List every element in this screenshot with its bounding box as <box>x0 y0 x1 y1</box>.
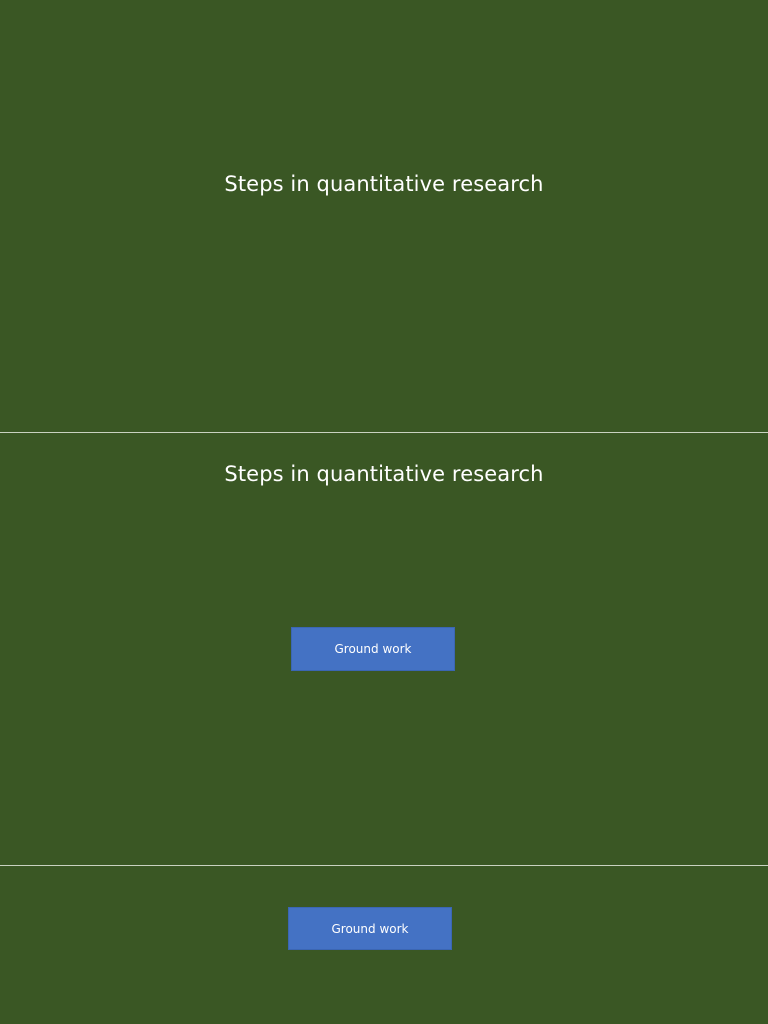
slide-2[interactable]: Steps in quantitative research Ground wo… <box>0 433 768 865</box>
slide-1[interactable]: Steps in quantitative research <box>0 0 768 432</box>
slide-title: Steps in quantitative research <box>224 462 544 486</box>
slide-3[interactable]: Ground work <box>0 866 768 1024</box>
step-box-ground-work: Ground work <box>288 907 452 950</box>
slide-title: Steps in quantitative research <box>224 172 544 196</box>
slide-viewer: Steps in quantitative research Steps in … <box>0 0 768 1024</box>
step-box-ground-work: Ground work <box>291 627 455 671</box>
